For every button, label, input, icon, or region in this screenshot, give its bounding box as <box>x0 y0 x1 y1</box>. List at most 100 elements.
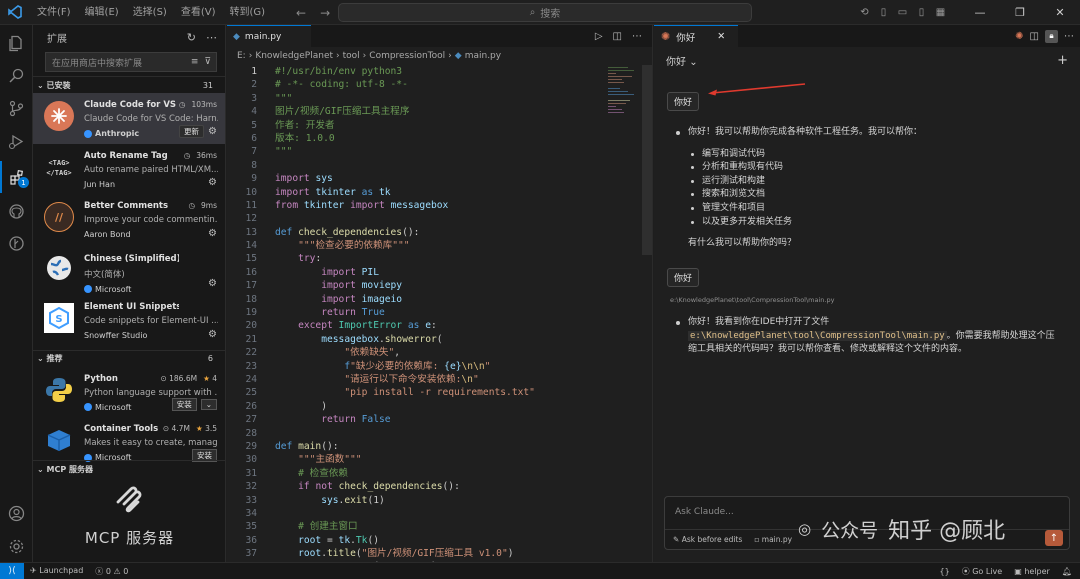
code-line[interactable]: 21 messagebox.showerror( <box>227 333 647 346</box>
code-line[interactable]: 25 "pip install -r requirements.txt" <box>227 386 647 399</box>
maximize-icon[interactable]: ❐ <box>1000 6 1040 19</box>
breadcrumb-drive[interactable]: E: <box>237 51 246 61</box>
extension-item[interactable]: S Element UI Snippets Code snippets for … <box>33 295 225 346</box>
context-file-path[interactable]: e:\KnowledgePlanet\tool\CompressionTool\… <box>670 296 834 304</box>
code-line[interactable]: 36 root = tk.Tk() <box>227 534 647 547</box>
toggle-panel-icon[interactable]: ▭ <box>893 7 912 18</box>
code-line[interactable]: 35 # 创建主窗口 <box>227 520 647 533</box>
update-button[interactable]: 更新 <box>179 124 205 138</box>
ask-before-edits-toggle[interactable]: ✎ Ask before edits <box>673 535 742 544</box>
extension-item[interactable]: // Better Comments ◷ 9ms Improve your cod… <box>33 194 225 245</box>
editor-more-icon[interactable]: ⋯ <box>632 31 642 42</box>
search-view-icon[interactable] <box>0 59 33 91</box>
toggle-sidebar-icon[interactable]: ▯ <box>874 7 893 18</box>
code-line[interactable]: 37 root.title("图片/视频/GIF压缩工具 v1.0") <box>227 547 647 560</box>
install-button[interactable]: 安装 <box>171 398 197 411</box>
code-line[interactable]: 16 import PIL <box>227 266 647 279</box>
extension-gear-icon[interactable]: ⚙ <box>208 126 217 137</box>
code-line[interactable]: 14 """检查必要的依赖库""" <box>227 239 647 252</box>
tab-chat[interactable]: ✺ 你好 ✕ <box>654 25 738 47</box>
menu-edit[interactable]: 编辑(E) <box>78 0 126 25</box>
code-line[interactable]: 15 try: <box>227 252 647 265</box>
install-dropdown-icon[interactable]: ⌄ <box>200 399 217 410</box>
command-center-search[interactable]: ⌕ 搜索 <box>338 3 752 22</box>
code-line[interactable]: 12 <box>227 212 647 225</box>
extension-item[interactable]: Chinese (Simplified) (简体中... 中文(简体) Micr… <box>33 245 225 296</box>
tab-main-py[interactable]: ◆ main.py <box>227 25 311 47</box>
code-line[interactable]: 34 <box>227 507 647 520</box>
code-line[interactable]: 7 """ <box>227 145 647 158</box>
back-arrow-icon[interactable]: ← <box>296 6 306 20</box>
github-icon[interactable] <box>0 195 33 227</box>
breadcrumb-folder[interactable]: tool <box>343 51 360 61</box>
problems-item[interactable]: ⓧ 0 ⚠ 0 <box>95 566 128 577</box>
code-editor[interactable]: 1 #!/usr/bin/env python3 2 # -*- coding: ut… <box>227 65 647 562</box>
extension-item[interactable]: Python ⊙ 186.6M ★ 4 Python language suppo… <box>33 367 225 418</box>
code-line[interactable]: 19 return True <box>227 306 647 319</box>
menu-file[interactable]: 文件(F) <box>30 0 78 25</box>
notifications-bell-icon[interactable]: 🔔︎ <box>1062 567 1072 576</box>
forward-arrow-icon[interactable]: → <box>320 6 330 20</box>
code-line[interactable]: 4 图片/视频/GIF压缩工具主程序 <box>227 105 647 118</box>
lock-icon[interactable]: 🔒︎ <box>1045 29 1058 43</box>
close-window-icon[interactable]: ✕ <box>1040 6 1080 19</box>
breadcrumb-folder[interactable]: KnowledgePlanet <box>255 51 333 61</box>
minimap[interactable] <box>608 65 638 135</box>
run-debug-icon[interactable] <box>0 125 33 157</box>
code-line[interactable]: 6 版本: 1.0.0 <box>227 132 647 145</box>
code-line[interactable]: 5 作者: 开发者 <box>227 119 647 132</box>
claude-spark-icon[interactable]: ✺ <box>1015 31 1023 42</box>
code-line[interactable]: 28 <box>227 427 647 440</box>
menu-go[interactable]: 转到(G) <box>223 0 273 25</box>
code-line[interactable]: 17 import moviepy <box>227 279 647 292</box>
helper-item[interactable]: ▣ helper <box>1014 567 1050 576</box>
send-arrow-icon[interactable]: ↑ <box>1045 530 1063 546</box>
source-control-icon[interactable] <box>0 92 33 124</box>
extension-search-input[interactable]: 在应用商店中搜索扩展 ≡ ⊽ <box>45 52 217 72</box>
inline-code-path[interactable]: e:\KnowledgePlanet\tool\CompressionTool\… <box>688 330 947 341</box>
clear-filter-icon[interactable]: ≡ <box>191 57 199 67</box>
extension-item[interactable]: Claude Code for VS C... ◷103ms Claude Co… <box>33 93 225 144</box>
code-line[interactable]: 2 # -*- coding: utf-8 -*- <box>227 78 647 91</box>
code-line[interactable]: 1 #!/usr/bin/env python3 <box>227 65 647 78</box>
split-editor-icon[interactable]: ◫ <box>613 31 622 42</box>
code-line[interactable]: 20 except ImportError as e: <box>227 319 647 332</box>
code-braces-icon[interactable]: {} <box>940 567 950 576</box>
new-chat-plus-icon[interactable]: + <box>1057 53 1068 68</box>
menu-selection[interactable]: 选择(S) <box>126 0 174 25</box>
code-line[interactable]: 3 """ <box>227 92 647 105</box>
code-line[interactable]: 26 ) <box>227 400 647 413</box>
code-line[interactable]: 31 # 检查依赖 <box>227 467 647 480</box>
refresh-icon[interactable]: ↻ <box>187 31 196 44</box>
code-line[interactable]: 8 <box>227 159 647 172</box>
extension-gear-icon[interactable]: ⚙ <box>208 228 217 239</box>
code-line[interactable]: 13 def check_dependencies(): <box>227 226 647 239</box>
code-line[interactable]: 18 import imageio <box>227 293 647 306</box>
customize-layout-icon[interactable]: ▦ <box>931 7 950 18</box>
run-file-icon[interactable]: ▷ <box>595 31 603 42</box>
manage-gear-icon[interactable] <box>0 530 33 562</box>
code-line[interactable]: 30 """主函数""" <box>227 453 647 466</box>
extension-gear-icon[interactable]: ⚙ <box>208 177 217 188</box>
close-tab-icon[interactable]: ✕ <box>717 31 725 42</box>
toggle-secondary-sidebar-icon[interactable]: ▯ <box>912 7 931 18</box>
filter-icon[interactable]: ⊽ <box>204 57 211 67</box>
extension-gear-icon[interactable]: ⚙ <box>208 329 217 340</box>
file-context-chip[interactable]: ▫ main.py <box>754 535 792 544</box>
go-live-item[interactable]: ⦿ Go Live <box>962 566 1003 577</box>
extension-item[interactable]: <TAG> </TAG> Auto Rename Tag ◷ 36ms Auto r… <box>33 144 225 195</box>
copilot-icon[interactable]: ⟲ <box>855 7 874 18</box>
code-line[interactable]: 9 import sys <box>227 172 647 185</box>
extension-gear-icon[interactable]: ⚙ <box>208 278 217 289</box>
code-line[interactable]: 11 from tkinter import messagebox <box>227 199 647 212</box>
code-line[interactable]: 10 import tkinter as tk <box>227 186 647 199</box>
installed-section-header[interactable]: ⌄ 已安装 31 <box>33 76 225 93</box>
remote-indicator-icon[interactable]: ⟩⟨ <box>0 562 24 579</box>
code-line[interactable]: 27 return False <box>227 413 647 426</box>
minimize-icon[interactable]: — <box>960 6 1000 19</box>
remote-explorer-icon[interactable] <box>0 227 33 259</box>
account-icon[interactable] <box>0 497 33 529</box>
code-line[interactable]: 22 "依赖缺失", <box>227 346 647 359</box>
extensions-icon[interactable] <box>0 161 33 193</box>
split-editor-icon[interactable]: ◫ <box>1030 31 1039 42</box>
